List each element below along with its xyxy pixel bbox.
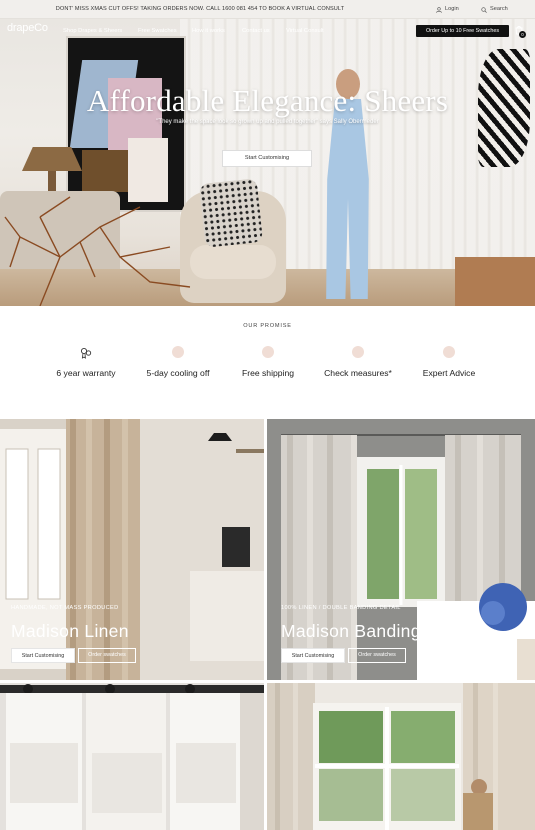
user-icon [436, 6, 442, 13]
order-free-swatches-button[interactable]: Order Up to 10 Free Swatches [416, 25, 509, 37]
hero-cushion [198, 178, 264, 248]
cart-button[interactable]: 0 [514, 25, 526, 39]
logo[interactable]: drapeCo [7, 22, 48, 34]
promise-label: 5-day cooling off [146, 368, 210, 378]
product-name: Madison Linen [11, 621, 129, 641]
product-tile-madison-banding[interactable]: 100% LINEN / DOUBLE BANDING DETAIL Madis… [267, 419, 535, 680]
product-image-sheer-linen [0, 683, 264, 830]
nav-contact-us[interactable]: Contact us [242, 19, 270, 43]
measure-icon [352, 346, 364, 358]
product-eyebrow: 100% LINEN / DOUBLE BANDING DETAIL [281, 605, 401, 611]
announcement-bar: DONT' MISS XMAS CUT OFFS! TAKING ORDERS … [0, 0, 535, 19]
advice-icon [443, 346, 455, 358]
login-link[interactable]: Login [436, 0, 459, 19]
promise-label: Free shipping [241, 368, 295, 378]
promise-item: Check measures* [313, 346, 403, 378]
promise-item: 6 year warranty [41, 346, 131, 378]
promise-section: OUR PROMISE 6 year warranty 5-day coolin… [0, 306, 535, 419]
order-swatches-button[interactable]: Order swatches [348, 648, 406, 663]
hero-title: Affordable Elegance: Sheers [86, 83, 449, 118]
search-link[interactable]: Search [481, 0, 508, 19]
promise-item: Free shipping [223, 346, 313, 378]
promise-item: Expert Advice [404, 346, 494, 378]
hero-start-customising-button[interactable]: Start Customising [222, 150, 312, 167]
shipping-icon [262, 346, 274, 358]
search-label: Search [490, 6, 508, 12]
promise-label: Check measures* [324, 368, 392, 378]
hero-side-table [455, 257, 535, 306]
product-tile-3[interactable] [0, 683, 264, 830]
nav-virtual-consult[interactable]: Virtual Consult [286, 19, 324, 43]
hero-banner: Affordable Elegance: Sheers "They make t… [0, 19, 535, 306]
cooling-off-icon [172, 346, 184, 358]
product-eyebrow: HANDMADE, NOT MASS PRODUCED [11, 605, 119, 611]
promise-item: 5-day cooling off [133, 346, 223, 378]
promise-heading: OUR PROMISE [243, 323, 292, 329]
product-name: Madison Banding [281, 621, 421, 641]
hero-quote: "They make the space look so grown up an… [156, 119, 379, 125]
nav-shop-drapes-sheers[interactable]: Shop Drapes & Sheers [63, 19, 122, 43]
hero-branches [4, 196, 191, 306]
nav-how-it-works[interactable]: How it works [192, 19, 225, 43]
cart-count-badge: 0 [519, 31, 526, 38]
start-customising-button[interactable]: Start Customising [11, 648, 75, 663]
product-tile-madison-linen[interactable]: HANDMADE, NOT MASS PRODUCED Madison Line… [0, 419, 264, 680]
search-icon [481, 6, 487, 13]
nav-free-swatches[interactable]: Free Swatches [138, 19, 177, 43]
product-image-window-drapes [267, 683, 535, 830]
promise-label: Expert Advice [422, 368, 476, 378]
product-tile-4[interactable] [267, 683, 535, 830]
main-nav: drapeCo Shop Drapes & Sheers Free Swatch… [0, 19, 535, 43]
order-swatches-button[interactable]: Order swatches [78, 648, 136, 663]
announcement-message: DONT' MISS XMAS CUT OFFS! TAKING ORDERS … [55, 6, 345, 12]
login-label: Login [445, 6, 459, 12]
start-customising-button[interactable]: Start Customising [281, 648, 345, 663]
promise-label: 6 year warranty [56, 368, 116, 378]
badge-icon [80, 347, 92, 359]
